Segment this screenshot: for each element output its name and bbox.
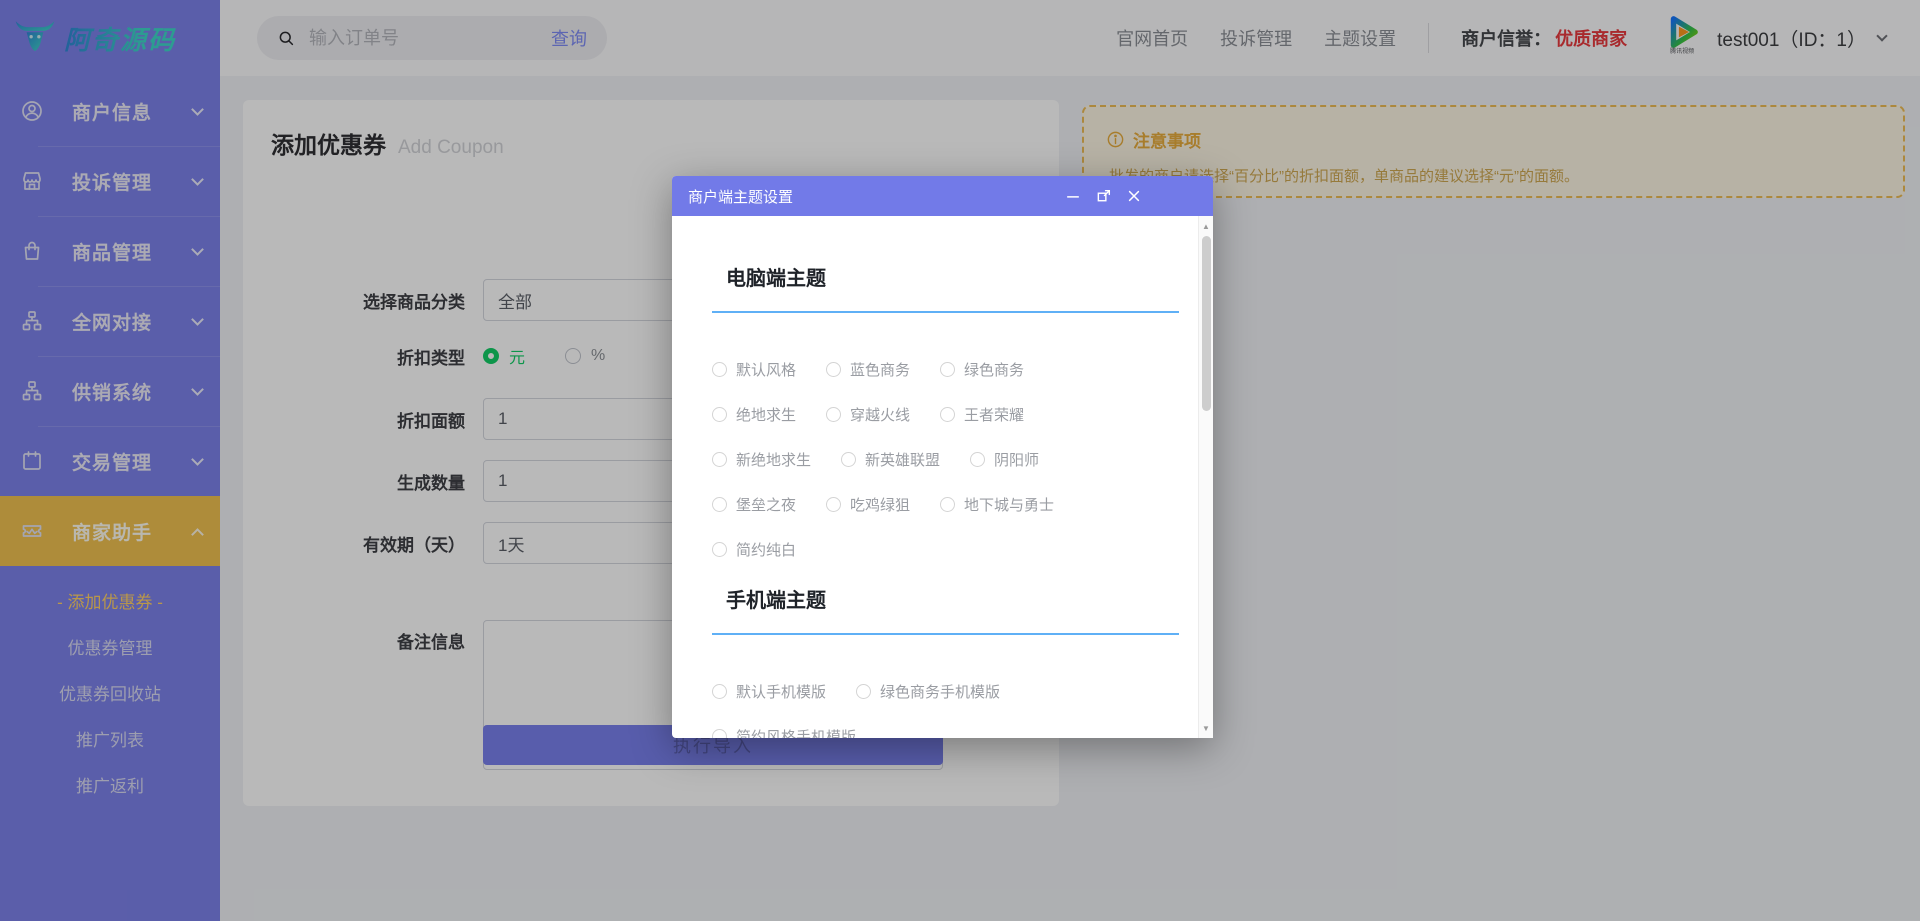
theme-radio-option[interactable]: 王者荣耀 <box>940 404 1024 425</box>
scroll-up-arrow[interactable]: ▲ <box>1199 218 1213 234</box>
radio-icon <box>856 684 871 699</box>
radio-icon <box>826 497 841 512</box>
theme-option-label: 新英雄联盟 <box>865 449 940 470</box>
theme-radio-option[interactable]: 绝地求生 <box>712 404 796 425</box>
theme-option-row: 默认风格 蓝色商务 绿色商务 <box>712 359 1179 380</box>
scroll-thumb[interactable] <box>1202 236 1211 411</box>
theme-radio-option[interactable]: 蓝色商务 <box>826 359 910 380</box>
radio-icon <box>826 362 841 377</box>
theme-radio-option[interactable]: 穿越火线 <box>826 404 910 425</box>
theme-option-label: 简约纯白 <box>736 539 796 560</box>
theme-option-label: 绿色商务手机模版 <box>880 681 1000 702</box>
theme-option-row: 新绝地求生 新英雄联盟 阴阳师 <box>712 449 1179 470</box>
theme-option-label: 王者荣耀 <box>964 404 1024 425</box>
radio-icon <box>712 362 727 377</box>
theme-option-rows: 默认手机模版 绿色商务手机模版简约风格手机模版 <box>712 681 1179 738</box>
theme-option-row: 默认手机模版 绿色商务手机模版 <box>712 681 1179 702</box>
theme-option-label: 地下城与勇士 <box>964 494 1054 515</box>
theme-radio-option[interactable]: 堡垒之夜 <box>712 494 796 515</box>
radio-icon <box>940 497 955 512</box>
radio-icon <box>940 362 955 377</box>
scroll-down-arrow[interactable]: ▼ <box>1199 720 1213 736</box>
section-underline <box>712 311 1179 313</box>
theme-option-rows: 默认风格 蓝色商务 绿色商务绝地求生 穿越火线 王者荣耀新绝地求生 新英雄联盟 阴阳师堡垒之… <box>712 359 1179 560</box>
radio-icon <box>940 407 955 422</box>
theme-option-label: 吃鸡绿狙 <box>850 494 910 515</box>
theme-radio-option[interactable]: 绿色商务 <box>940 359 1024 380</box>
radio-icon <box>841 452 856 467</box>
theme-option-label: 阴阳师 <box>994 449 1039 470</box>
radio-icon <box>712 542 727 557</box>
maximize-icon[interactable] <box>1096 189 1111 204</box>
theme-option-label: 堡垒之夜 <box>736 494 796 515</box>
theme-option-label: 新绝地求生 <box>736 449 811 470</box>
theme-option-label: 默认风格 <box>736 359 796 380</box>
theme-radio-option[interactable]: 吃鸡绿狙 <box>826 494 910 515</box>
radio-icon <box>712 729 727 738</box>
theme-option-row: 简约纯白 <box>712 539 1179 560</box>
theme-option-row: 堡垒之夜 吃鸡绿狙 地下城与勇士 <box>712 494 1179 515</box>
theme-radio-option[interactable]: 新绝地求生 <box>712 449 811 470</box>
theme-radio-option[interactable]: 默认手机模版 <box>712 681 826 702</box>
theme-radio-option[interactable]: 新英雄联盟 <box>841 449 940 470</box>
radio-icon <box>712 684 727 699</box>
modal-scrollbar: ▲ ▼ <box>1198 216 1213 738</box>
radio-icon <box>712 407 727 422</box>
radio-icon <box>712 497 727 512</box>
theme-option-row: 简约风格手机模版 <box>712 726 1179 738</box>
theme-option-label: 绿色商务 <box>964 359 1024 380</box>
theme-settings-modal: 商户端主题设置 电脑端主题默认风格 蓝色商务 绿色商务绝地求生 穿越火线 王者荣耀新绝地… <box>672 176 1213 738</box>
modal-section-title: 电脑端主题 <box>726 262 1179 291</box>
theme-radio-option[interactable]: 默认风格 <box>712 359 796 380</box>
theme-radio-option[interactable]: 地下城与勇士 <box>940 494 1054 515</box>
modal-body: 电脑端主题默认风格 蓝色商务 绿色商务绝地求生 穿越火线 王者荣耀新绝地求生 新英雄联盟 阴… <box>672 216 1198 738</box>
theme-radio-option[interactable]: 阴阳师 <box>970 449 1039 470</box>
modal-title: 商户端主题设置 <box>688 186 1066 207</box>
theme-option-label: 蓝色商务 <box>850 359 910 380</box>
theme-radio-option[interactable]: 简约风格手机模版 <box>712 726 856 738</box>
theme-option-label: 绝地求生 <box>736 404 796 425</box>
radio-icon <box>712 452 727 467</box>
theme-option-label: 简约风格手机模版 <box>736 726 856 738</box>
section-underline <box>712 633 1179 635</box>
modal-section-title: 手机端主题 <box>726 584 1179 613</box>
modal-titlebar[interactable]: 商户端主题设置 <box>672 176 1213 216</box>
minimize-icon[interactable] <box>1066 189 1080 203</box>
theme-option-label: 默认手机模版 <box>736 681 826 702</box>
radio-icon <box>826 407 841 422</box>
theme-radio-option[interactable]: 绿色商务手机模版 <box>856 681 1000 702</box>
close-icon[interactable] <box>1127 189 1141 203</box>
theme-option-row: 绝地求生 穿越火线 王者荣耀 <box>712 404 1179 425</box>
theme-option-label: 穿越火线 <box>850 404 910 425</box>
radio-icon <box>970 452 985 467</box>
app-window: 阿奇源码 商户信息投诉管理商品管理全网对接供销系统交易管理商家助手 - 添加优惠… <box>0 0 1920 921</box>
theme-radio-option[interactable]: 简约纯白 <box>712 539 796 560</box>
